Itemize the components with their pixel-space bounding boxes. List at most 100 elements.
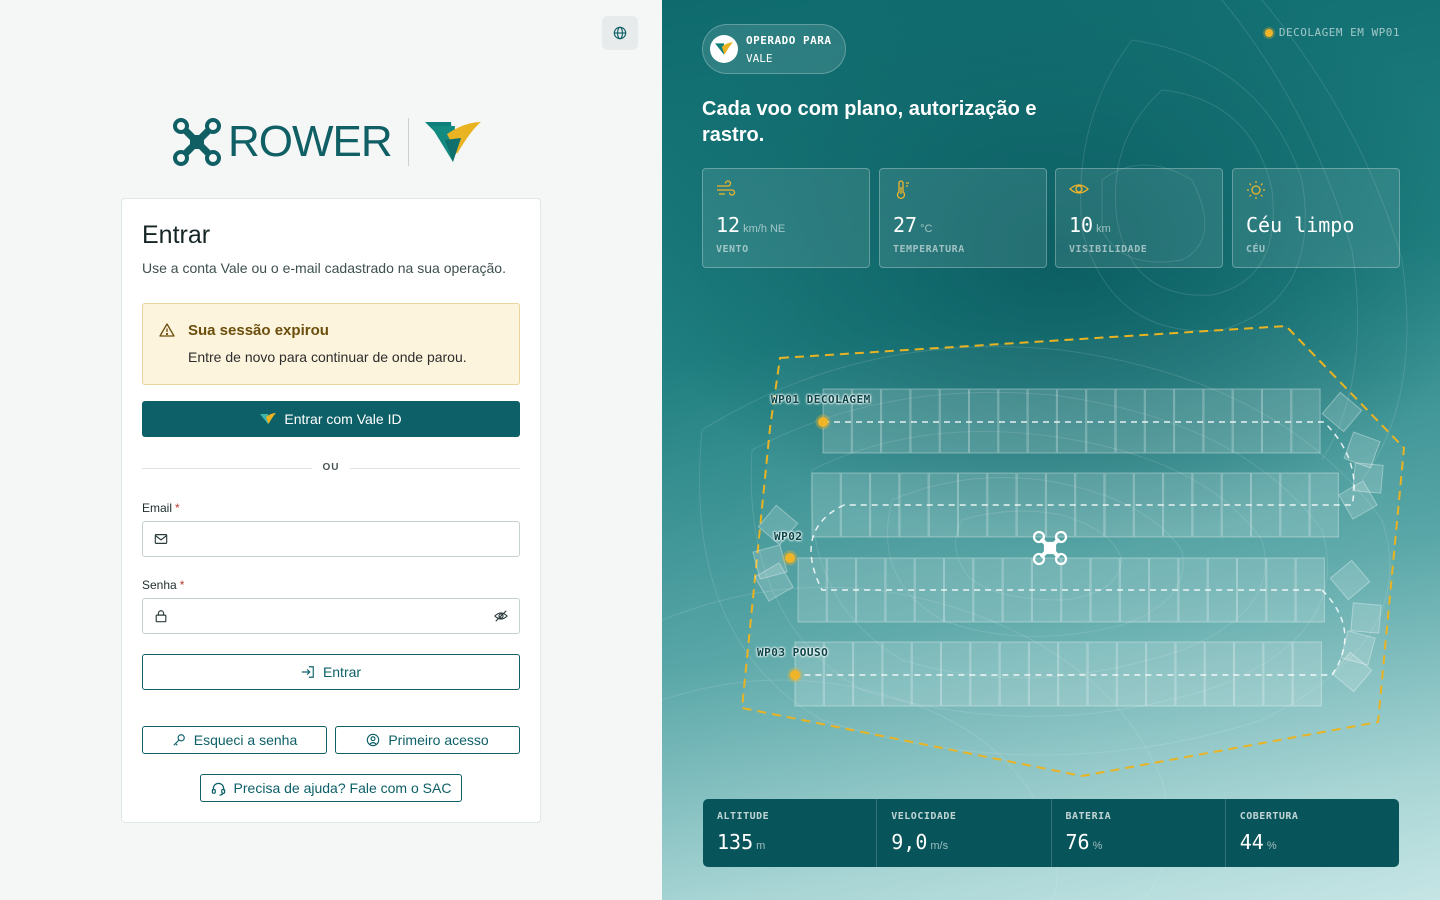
waypoint-wp03-marker[interactable]	[787, 667, 803, 683]
coverage-tile	[911, 641, 941, 707]
vale-id-button[interactable]: Entrar com Vale ID	[142, 401, 520, 437]
coverage-tile	[939, 388, 970, 454]
telemetry-altitude: ALTITUDE 135 m	[703, 799, 878, 867]
coverage-tile	[1350, 602, 1382, 634]
speed-unit: m/s	[930, 840, 949, 852]
coverage-tile	[1178, 557, 1208, 623]
coverage-tile	[1175, 641, 1205, 707]
hero-headline: Cada voo com plano, autorização e rastro…	[702, 98, 1037, 146]
coverage-tile	[1116, 641, 1147, 707]
weather-card-wind: 12 km/h NE VENTO	[702, 168, 870, 268]
visibility-label: VISIBILIDADE	[1069, 244, 1148, 255]
help-sac-label: Precisa de ajuda? Fale com o SAC	[233, 780, 452, 796]
mail-icon	[154, 534, 168, 544]
coverage-tile	[910, 388, 940, 454]
telemetry-speed: VELOCIDADE 9,0 m/s	[877, 799, 1052, 867]
coverage-tile	[1204, 641, 1235, 707]
waypoint-wp02-marker[interactable]	[782, 550, 798, 566]
coverage-tile	[881, 388, 911, 454]
coverage-tile	[853, 641, 883, 707]
coverage-tile	[1115, 388, 1145, 454]
operator-name: VALE	[746, 52, 773, 65]
temperature-unit: °C	[920, 223, 933, 235]
vale-id-button-label: Entrar com Vale ID	[284, 411, 402, 427]
login-panel: ROWER Entrar Use a conta Vale ou o e-mai…	[0, 0, 662, 900]
altitude-unit: m	[756, 840, 766, 852]
lock-icon	[155, 610, 167, 623]
wind-label: VENTO	[716, 244, 749, 255]
submit-button[interactable]: Entrar	[142, 654, 520, 690]
battery-label: BATERIA	[1065, 811, 1112, 822]
alert-text: Entre de novo para continuar de onde par…	[188, 349, 467, 365]
coverage-tile	[1251, 472, 1281, 538]
coverage-tile	[1263, 641, 1293, 707]
or-label: OU	[322, 462, 340, 473]
help-sac-button[interactable]: Precisa de ajuda? Fale com o SAC	[200, 774, 462, 802]
coverage-tile	[1027, 388, 1057, 454]
or-divider: OU	[142, 461, 520, 475]
telemetry-coverage: COBERTURA 44%	[1226, 799, 1399, 867]
coverage-value: 44	[1239, 830, 1264, 854]
flight-map	[740, 324, 1406, 778]
wind-unit: km/h NE	[743, 223, 786, 235]
vale-icon	[715, 42, 733, 55]
coverage-unit: %	[1266, 840, 1277, 852]
password-input[interactable]	[179, 599, 479, 633]
coverage-tile	[1087, 641, 1117, 707]
coverage-tile	[823, 641, 854, 707]
telemetry-bar: ALTITUDE 135 m VELOCIDADE 9,0 m/s BATERIA …	[703, 799, 1399, 867]
warning-icon	[159, 323, 175, 337]
email-label: Email *	[142, 501, 180, 515]
coverage-tile	[899, 472, 929, 538]
drone-logo-icon	[173, 118, 221, 166]
eye-off-icon[interactable]	[493, 609, 509, 623]
speed-value: 9,0	[891, 830, 928, 854]
submit-button-label: Entrar	[322, 664, 362, 680]
status-dot-icon	[1264, 28, 1273, 37]
coverage-tile	[941, 641, 971, 707]
first-access-button[interactable]: Primeiro acesso	[335, 726, 520, 754]
headset-icon	[211, 782, 225, 796]
coverage-tile	[969, 388, 999, 454]
vale-icon	[260, 413, 277, 424]
hero-panel: OPERADO PARA VALE DECOLAGEM EM WP01 Cada…	[662, 0, 1440, 900]
first-access-label: Primeiro acesso	[388, 732, 489, 748]
coverage-tile	[1234, 641, 1264, 707]
coverage-tile	[1086, 388, 1116, 454]
email-input[interactable]	[179, 522, 479, 556]
coverage-tile	[1232, 388, 1263, 454]
coverage-tile	[1292, 641, 1322, 707]
login-subtitle: Use a conta Vale ou o e-mail cadastrado …	[142, 260, 506, 276]
waypoint-wp01-label: WP01 DECOLAGEM	[771, 393, 871, 406]
password-label: Senha *	[142, 578, 185, 592]
forgot-password-button[interactable]: Esqueci a senha	[142, 726, 327, 754]
coverage-tile	[1146, 641, 1176, 707]
operator-label: OPERADO PARA	[746, 34, 832, 47]
waypoint-wp01-marker[interactable]	[815, 414, 831, 430]
login-card: Entrar Use a conta Vale ou o e-mail cada…	[121, 198, 541, 823]
altitude-label: ALTITUDE	[717, 811, 770, 822]
coverage-tile	[1266, 557, 1296, 623]
coverage-tile	[1262, 388, 1292, 454]
coverage-tile	[1291, 388, 1321, 454]
eye-icon	[1069, 184, 1089, 194]
password-field-wrapper	[142, 598, 520, 634]
forgot-password-label: Esqueci a senha	[193, 732, 298, 748]
coverage-tile	[1056, 388, 1087, 454]
telemetry-battery: BATERIA 76%	[1052, 799, 1226, 867]
coverage-tile	[987, 472, 1017, 538]
coverage-tile	[1174, 388, 1204, 454]
vale-logo-icon	[424, 122, 481, 162]
coverage-tile	[882, 641, 912, 707]
sign-in-icon	[301, 666, 314, 678]
language-button[interactable]	[602, 16, 638, 50]
wind-value: 12	[716, 213, 741, 237]
coverage-label: COBERTURA	[1239, 811, 1299, 822]
weather-card-visibility: 10 km VISIBILIDADE	[1055, 168, 1223, 268]
wind-icon	[717, 180, 736, 196]
coverage-tile	[999, 641, 1029, 707]
thermometer-icon	[896, 180, 909, 200]
waypoint-wp03-label: WP03 POUSO	[757, 646, 829, 659]
globe-icon	[613, 26, 627, 40]
sky-value: Céu limpo	[1246, 213, 1355, 237]
